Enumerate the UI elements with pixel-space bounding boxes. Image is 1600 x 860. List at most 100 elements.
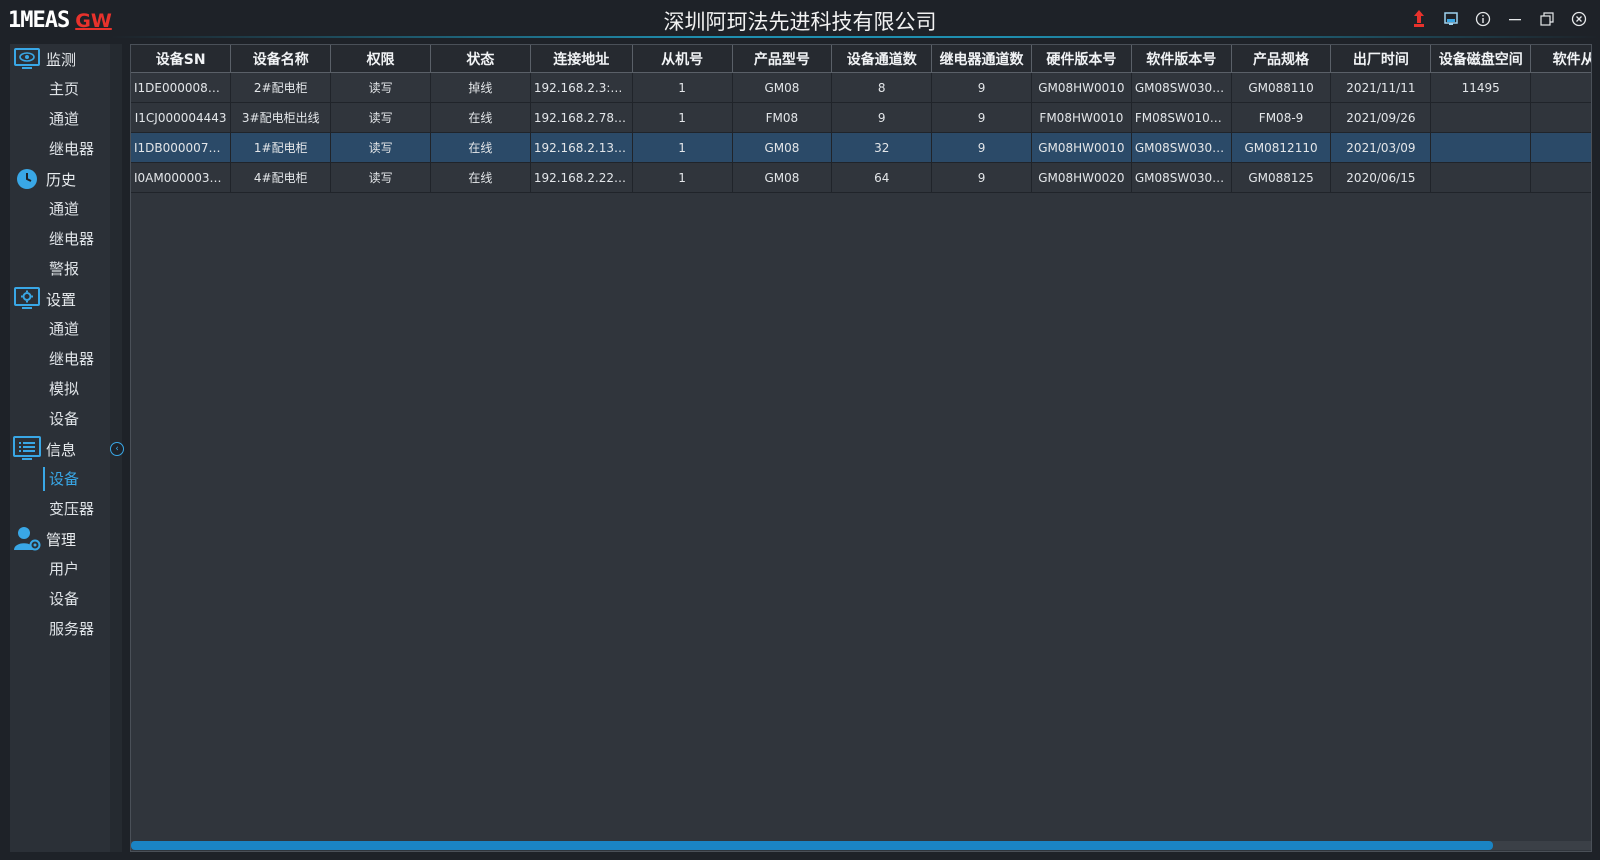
info-icon[interactable] xyxy=(1472,8,1494,30)
table-cell: 2021/03/09 xyxy=(1330,132,1432,163)
column-header[interactable]: 连接地址 xyxy=(530,45,633,73)
column-header[interactable]: 从机号 xyxy=(632,45,733,73)
table-cell: I0AM0000036... xyxy=(131,162,232,193)
table-cell: 3#配电柜出线 xyxy=(230,102,332,133)
alarm-icon[interactable] xyxy=(1408,8,1430,30)
sidebar-item-monitor-relay[interactable]: 继电器 xyxy=(10,134,110,164)
sidebar-item-monitor-channel[interactable]: 通道 xyxy=(10,104,110,134)
table-cell: FM08 xyxy=(732,102,833,133)
table-row[interactable]: I1DE000008579 2#配电柜 读写 掉线 192.168.2.3:15… xyxy=(131,72,1591,103)
table-cell: 2020/06/15 xyxy=(1330,162,1432,193)
column-header[interactable]: 权限 xyxy=(330,45,431,73)
table-cell: GM08SW0308... xyxy=(1131,162,1232,193)
sidebar-item-history-alarm[interactable]: 警报 xyxy=(10,254,110,284)
title-bar: 1MEAS GW 深圳阿珂法先进科技有限公司 xyxy=(0,0,1600,38)
column-header[interactable]: 硬件版本号 xyxy=(1031,45,1132,73)
sidebar-item-history-channel[interactable]: 通道 xyxy=(10,194,110,224)
column-header[interactable]: 出厂时间 xyxy=(1330,45,1432,73)
sidebar-item-history-relay[interactable]: 继电器 xyxy=(10,224,110,254)
sidebar-item-home[interactable]: 主页 xyxy=(10,74,110,104)
sidebar-item-settings-simulate[interactable]: 模拟 xyxy=(10,374,110,404)
table-cell: 读写 xyxy=(330,162,431,193)
table-cell: 读写 xyxy=(330,132,431,163)
window-title: 深圳阿珂法先进科技有限公司 xyxy=(663,10,937,34)
close-icon[interactable] xyxy=(1568,8,1590,30)
column-header[interactable]: 产品规格 xyxy=(1231,45,1332,73)
chevron-left-icon[interactable]: ‹ xyxy=(110,442,124,456)
column-header[interactable]: 设备名称 xyxy=(230,45,332,73)
table-cell xyxy=(1430,132,1532,163)
sidebar-item-admin-server[interactable]: 服务器 xyxy=(10,614,110,644)
table-cell: FM08-9 xyxy=(1231,102,1332,133)
table-cell: 1 xyxy=(632,72,733,103)
column-header[interactable]: 设备通道数 xyxy=(831,45,933,73)
table-cell: 1 xyxy=(1530,102,1591,133)
scrollbar-thumb[interactable] xyxy=(131,841,1493,850)
screenshot-icon[interactable] xyxy=(1440,8,1462,30)
table-row[interactable]: I0AM0000036... 4#配电柜 读写 在线 192.168.2.223… xyxy=(131,162,1591,193)
nav-group-settings[interactable]: 设置 xyxy=(10,284,110,314)
user-gear-icon xyxy=(12,525,42,553)
table-row-selected[interactable]: I1DB000007515 1#配电柜 读写 在线 192.168.2.13:1… xyxy=(131,132,1591,163)
sidebar-item-settings-relay[interactable]: 继电器 xyxy=(10,344,110,374)
table-cell: GM08HW0010 xyxy=(1031,132,1132,163)
table-cell: 3 xyxy=(1530,72,1591,103)
column-header[interactable]: 继电器通道数 xyxy=(931,45,1032,73)
nav-group-label: 历史 xyxy=(46,170,77,189)
column-header[interactable]: 设备磁盘空间 xyxy=(1430,45,1532,73)
restore-icon[interactable] xyxy=(1536,8,1558,30)
minimize-icon[interactable] xyxy=(1504,8,1526,30)
table-cell: 9 xyxy=(831,102,933,133)
table-cell: FM08HW0010 xyxy=(1031,102,1132,133)
table-cell: 2 xyxy=(1530,132,1591,163)
window-controls xyxy=(1408,8,1590,30)
table-cell: 掉线 xyxy=(430,72,531,103)
table-cell: 64 xyxy=(831,162,933,193)
info-list-icon xyxy=(12,435,42,463)
table-cell: GM0812110 xyxy=(1231,132,1332,163)
table-cell: 在线 xyxy=(430,162,531,193)
column-header[interactable]: 产品型号 xyxy=(732,45,833,73)
table-cell: 读写 xyxy=(330,72,431,103)
table-cell: 1 xyxy=(632,102,733,133)
table-cell: 192.168.2.78:1... xyxy=(530,102,633,133)
column-header[interactable]: 软件版本号 xyxy=(1131,45,1232,73)
table-cell: 9 xyxy=(931,162,1032,193)
nav-group-history[interactable]: 历史 xyxy=(10,164,110,194)
sidebar-item-admin-user[interactable]: 用户 xyxy=(10,554,110,584)
table-row[interactable]: I1CJ000004443 3#配电柜出线 读写 在线 192.168.2.78… xyxy=(131,102,1591,133)
table-cell xyxy=(1430,162,1532,193)
device-table: 设备SN 设备名称 权限 状态 连接地址 从机号 产品型号 设备通道数 继电器通… xyxy=(131,45,1591,193)
table-cell: 4 xyxy=(1530,162,1591,193)
table-cell: 2021/09/26 xyxy=(1330,102,1432,133)
table-cell: 2#配电柜 xyxy=(230,72,332,103)
table-cell: 4#配电柜 xyxy=(230,162,332,193)
table-cell: 1 xyxy=(632,132,733,163)
sidebar-item-admin-device[interactable]: 设备 xyxy=(10,584,110,614)
sidebar-item-settings-channel[interactable]: 通道 xyxy=(10,314,110,344)
column-header[interactable]: 状态 xyxy=(430,45,531,73)
table-cell: 9 xyxy=(931,72,1032,103)
nav-group-label: 监测 xyxy=(46,50,77,69)
settings-monitor-icon xyxy=(12,285,42,313)
table-cell: 8 xyxy=(831,72,933,103)
nav-group-label: 信息 xyxy=(46,440,77,459)
nav-group-info[interactable]: 信息 xyxy=(10,434,110,464)
table-cell: I1DE000008579 xyxy=(131,72,232,103)
column-header[interactable]: 软件从机 xyxy=(1530,45,1591,73)
nav-group-label: 设置 xyxy=(46,290,77,309)
nav-group-monitor[interactable]: 监测 xyxy=(10,44,110,74)
table-cell: 在线 xyxy=(430,102,531,133)
sidebar-item-info-device[interactable]: 设备 xyxy=(10,464,110,494)
nav-group-admin[interactable]: 管理 xyxy=(10,524,110,554)
table-cell: 9 xyxy=(931,132,1032,163)
table-cell: GM08HW0020 xyxy=(1031,162,1132,193)
device-table-panel: 设备SN 设备名称 权限 状态 连接地址 从机号 产品型号 设备通道数 继电器通… xyxy=(130,44,1592,852)
column-header[interactable]: 设备SN xyxy=(131,45,232,73)
sidebar-item-settings-device[interactable]: 设备 xyxy=(10,404,110,434)
sidebar-item-info-transformer[interactable]: 变压器 xyxy=(10,494,110,524)
table-cell: 1 xyxy=(632,162,733,193)
table-cell xyxy=(1430,102,1532,133)
horizontal-scrollbar[interactable] xyxy=(131,841,1591,850)
table-cell: GM088125 xyxy=(1231,162,1332,193)
